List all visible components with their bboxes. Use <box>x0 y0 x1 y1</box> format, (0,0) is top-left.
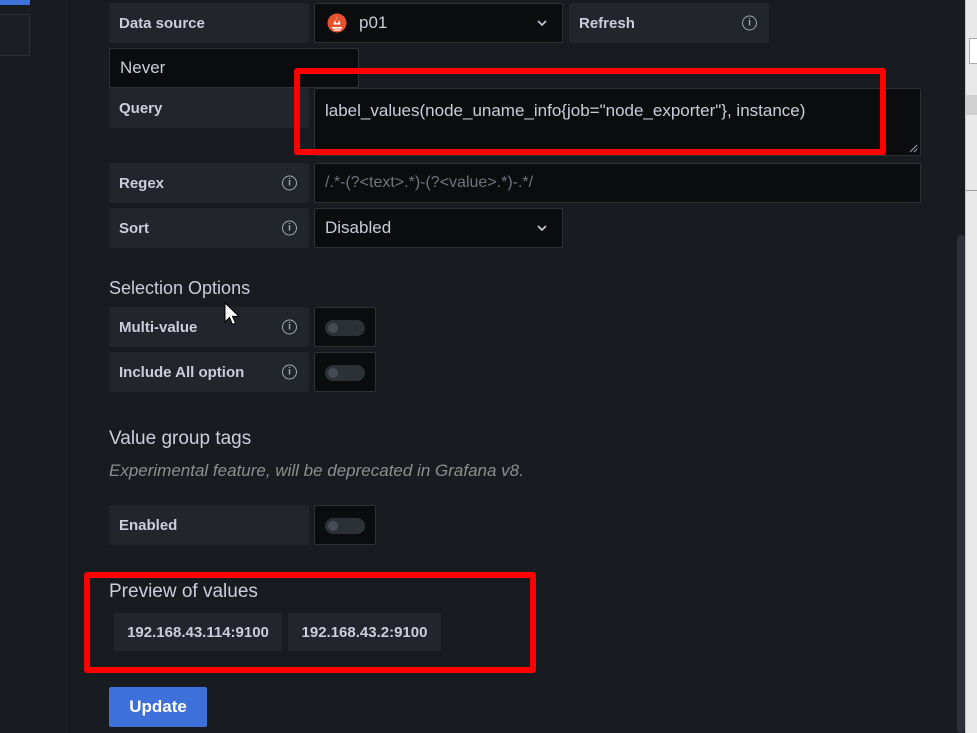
refresh-label-text: Refresh <box>579 14 635 32</box>
toggle-track <box>325 365 365 381</box>
include-all-toggle[interactable] <box>314 352 376 392</box>
datasource-label: Data source <box>109 3 309 43</box>
enabled-toggle[interactable] <box>314 505 376 545</box>
active-indicator <box>0 0 30 5</box>
regex-placeholder: /.*-(?<text>.*)-(?<value>.*)-.*/ <box>325 174 534 191</box>
info-icon[interactable]: i <box>282 220 297 236</box>
query-label-text: Query <box>119 99 163 117</box>
refresh-label: Refresh i <box>569 3 769 43</box>
prometheus-icon <box>327 13 347 33</box>
query-label: Query <box>109 88 309 128</box>
scrollbar-thumb[interactable] <box>957 235 965 733</box>
include-all-label: Include All option i <box>109 352 309 392</box>
toggle-knob <box>328 323 338 333</box>
info-icon[interactable]: i <box>282 364 297 380</box>
info-icon[interactable]: i <box>282 175 297 191</box>
datasource-value: p01 <box>359 13 388 32</box>
enabled-label: Enabled <box>109 505 309 545</box>
resize-handle-icon[interactable] <box>908 143 918 153</box>
window-control <box>969 38 977 64</box>
regex-input[interactable]: /.*-(?<text>.*)-(?<value>.*)-.*/ <box>314 163 921 203</box>
multi-value-toggle[interactable] <box>314 307 376 347</box>
sort-label-text: Sort <box>119 219 149 237</box>
selection-options-heading: Selection Options <box>109 278 251 298</box>
preview-value-chip: 192.168.43.114:9100 <box>114 613 282 651</box>
regex-label-text: Regex <box>119 174 165 192</box>
datasource-label-text: Data source <box>119 14 205 32</box>
update-button[interactable]: Update <box>109 687 207 727</box>
enabled-label-text: Enabled <box>119 516 178 534</box>
sort-label: Sort i <box>109 208 309 248</box>
value-group-tags-heading: Value group tags <box>109 428 252 449</box>
refresh-select[interactable]: Never <box>109 48 359 88</box>
toggle-knob <box>328 521 338 531</box>
toggle-track <box>325 320 365 336</box>
multi-value-label-text: Multi-value <box>119 318 198 336</box>
value-group-tags-description: Experimental feature, will be deprecated… <box>109 461 524 480</box>
sidebar-button[interactable] <box>0 14 30 56</box>
refresh-value: Never <box>120 58 166 77</box>
chevron-down-icon <box>537 20 547 27</box>
toggle-track <box>325 518 365 534</box>
sort-select[interactable]: Disabled <box>314 208 563 248</box>
sort-value: Disabled <box>325 218 392 237</box>
datasource-select[interactable]: p01 <box>314 3 563 43</box>
preview-heading: Preview of values <box>109 581 258 602</box>
window-strip <box>966 95 977 115</box>
preview-value-chip: 192.168.43.2:9100 <box>288 613 441 651</box>
chevron-down-icon <box>537 225 547 232</box>
info-icon[interactable]: i <box>742 15 757 31</box>
multi-value-label: Multi-value i <box>109 307 309 347</box>
query-input[interactable]: label_values(node_uname_info{job="node_e… <box>314 88 921 156</box>
preview-value-text: 192.168.43.2:9100 <box>301 623 428 641</box>
adjacent-window <box>965 0 977 733</box>
info-icon[interactable]: i <box>282 319 297 335</box>
mouse-cursor-icon <box>224 302 240 326</box>
query-value: label_values(node_uname_info{job="node_e… <box>325 101 806 120</box>
preview-value-text: 192.168.43.114:9100 <box>127 623 269 641</box>
toggle-knob <box>328 368 338 378</box>
left-sidebar <box>0 0 68 733</box>
include-all-label-text: Include All option <box>119 363 245 381</box>
regex-label: Regex i <box>109 163 309 203</box>
window-divider <box>966 190 977 191</box>
